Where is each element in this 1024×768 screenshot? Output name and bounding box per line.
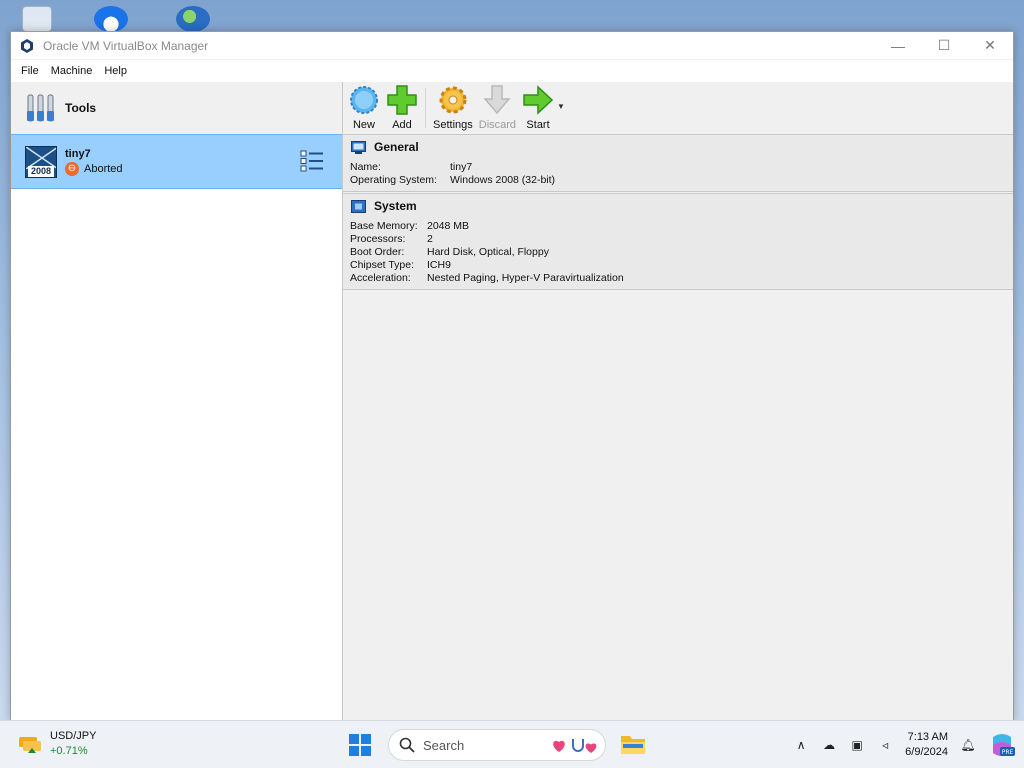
clock-date: 6/9/2024 [905, 746, 948, 758]
vm-name: tiny7 [65, 147, 91, 160]
vm-list-item-tiny7[interactable]: 2008 tiny7 ⊖ Aborted [11, 134, 342, 189]
widget-title: USD/JPY [50, 730, 97, 742]
copilot-badge: PRE [1002, 749, 1014, 756]
system-section-title: System [374, 199, 417, 213]
new-machine-icon [350, 86, 378, 114]
copilot-icon[interactable]: PRE [988, 731, 1016, 759]
prop-row-processors: Processors: 2 [350, 233, 1013, 246]
taskbar: USD/JPY +0.71% Search ∧ ☁ ▣ ◃ 7:13 AM 6/… [0, 720, 1024, 768]
volume-muted-icon[interactable]: ◃ [871, 731, 899, 759]
close-button[interactable]: ✕ [967, 32, 1013, 60]
discard-arrow-icon [483, 85, 512, 115]
prop-row-chipset: Chipset Type: ICH9 [350, 259, 1013, 272]
aborted-state-icon: ⊖ [65, 161, 79, 176]
clock-time: 7:13 AM [907, 731, 948, 743]
search-placeholder: Search [423, 737, 465, 753]
prop-value: Nested Paging, Hyper-V Paravirtualizatio… [427, 272, 624, 284]
prop-value: 2 [427, 233, 433, 245]
toolbar-separator [425, 88, 426, 128]
main-content: Tools 2008 tiny7 ⊖ Aborted New Add Setti… [11, 82, 1013, 720]
chevron-up-icon[interactable]: ∧ [787, 731, 815, 759]
prop-value: 2048 MB [427, 220, 470, 232]
search-icon [399, 737, 415, 753]
prop-row-base-memory: Base Memory: 2048 MB [350, 220, 1013, 233]
virtualbox-app-icon [21, 38, 33, 53]
currency-widget[interactable]: USD/JPY +0.71% [18, 729, 96, 759]
cloud-offline-icon[interactable]: ☁ [815, 731, 843, 759]
vm-details-menu-icon[interactable] [300, 150, 324, 172]
title-bar[interactable]: Oracle VM VirtualBox Manager — ☐ ✕ [11, 32, 1013, 60]
windows-start-icon[interactable] [348, 733, 372, 757]
taskbar-search-box[interactable]: Search [388, 729, 606, 761]
settings-button[interactable]: Settings [430, 84, 476, 131]
add-button[interactable]: Add [383, 84, 421, 131]
widget-change: +0.71% [50, 745, 88, 757]
prop-key: Acceleration: [350, 272, 411, 284]
prop-key: Chipset Type: [350, 259, 415, 271]
start-label: Start [526, 119, 550, 131]
minimize-button[interactable]: — [875, 32, 921, 60]
prop-value: Windows 2008 (32-bit) [450, 174, 556, 186]
prop-value: tiny7 [450, 161, 473, 173]
start-button[interactable]: Start [519, 84, 557, 131]
prop-row-boot-order: Boot Order: Hard Disk, Optical, Floppy [350, 246, 1013, 259]
search-highlight-hearts-icon [553, 739, 597, 753]
edge-desktop-icon[interactable] [176, 6, 210, 32]
settings-label: Settings [433, 119, 473, 131]
start-dropdown-arrow-icon[interactable]: ▼ [557, 102, 565, 111]
prop-row-os: Operating System: Windows 2008 (32-bit) [350, 174, 1013, 187]
vm-state-label: Aborted [84, 162, 123, 175]
currency-exchange-icon [19, 737, 41, 753]
general-section[interactable]: General Name: tiny7 Operating System: Wi… [343, 134, 1013, 192]
general-section-title: General [374, 140, 419, 154]
new-button[interactable]: New [345, 84, 383, 131]
prop-value: ICH9 [427, 259, 451, 271]
prop-value: Hard Disk, Optical, Floppy [427, 246, 549, 258]
machine-toolbar: New Add Settings Discard Start ▼ [343, 82, 1013, 134]
prop-key: Operating System: [350, 174, 437, 186]
recycle-bin-desktop-icon[interactable] [22, 6, 52, 32]
discard-label: Discard [478, 119, 517, 131]
discard-button[interactable]: Discard [476, 84, 519, 131]
os-badge: 2008 [28, 165, 54, 177]
monitor-icon [351, 140, 366, 154]
prop-key: Name: [350, 161, 381, 173]
settings-gear-icon [439, 86, 467, 114]
tools-item[interactable]: Tools [11, 82, 342, 134]
add-label: Add [392, 119, 412, 131]
menu-help[interactable]: Help [98, 65, 133, 77]
start-arrow-icon [523, 85, 554, 115]
system-tray: ∧ ☁ ▣ ◃ 7:13 AM 6/9/2024 🔔︎ PRE [787, 721, 1024, 768]
notification-bell-icon[interactable]: 🔔︎ [954, 731, 982, 759]
menu-file[interactable]: File [15, 65, 45, 77]
taskbar-clock[interactable]: 7:13 AM 6/9/2024 [899, 730, 954, 760]
prop-key: Processors: [350, 233, 406, 245]
file-explorer-icon[interactable] [620, 733, 646, 755]
system-section[interactable]: System Base Memory: 2048 MB Processors: … [343, 193, 1013, 290]
maximize-button[interactable]: ☐ [921, 32, 967, 60]
window-title: Oracle VM VirtualBox Manager [43, 38, 209, 53]
details-panel: New Add Settings Discard Start ▼ General… [343, 82, 1013, 720]
machine-list-panel: Tools 2008 tiny7 ⊖ Aborted [11, 82, 343, 720]
network-icon[interactable]: ▣ [843, 731, 871, 759]
virtualbox-window: Oracle VM VirtualBox Manager — ☐ ✕ File … [10, 31, 1014, 721]
prop-row-name: Name: tiny7 [350, 161, 1013, 174]
tools-label: Tools [65, 101, 97, 115]
prop-key: Boot Order: [350, 246, 405, 258]
prop-key: Base Memory: [350, 220, 418, 232]
chip-icon [351, 199, 366, 213]
add-plus-icon [387, 85, 417, 115]
prop-row-acceleration: Acceleration: Nested Paging, Hyper-V Par… [350, 272, 1013, 285]
new-label: New [352, 119, 375, 131]
menu-bar: File Machine Help [11, 60, 1013, 82]
os-windows-2008-icon: 2008 [25, 145, 57, 178]
chrome-desktop-icon[interactable] [94, 6, 128, 32]
menu-machine[interactable]: Machine [45, 65, 99, 77]
tools-icon [27, 94, 54, 122]
